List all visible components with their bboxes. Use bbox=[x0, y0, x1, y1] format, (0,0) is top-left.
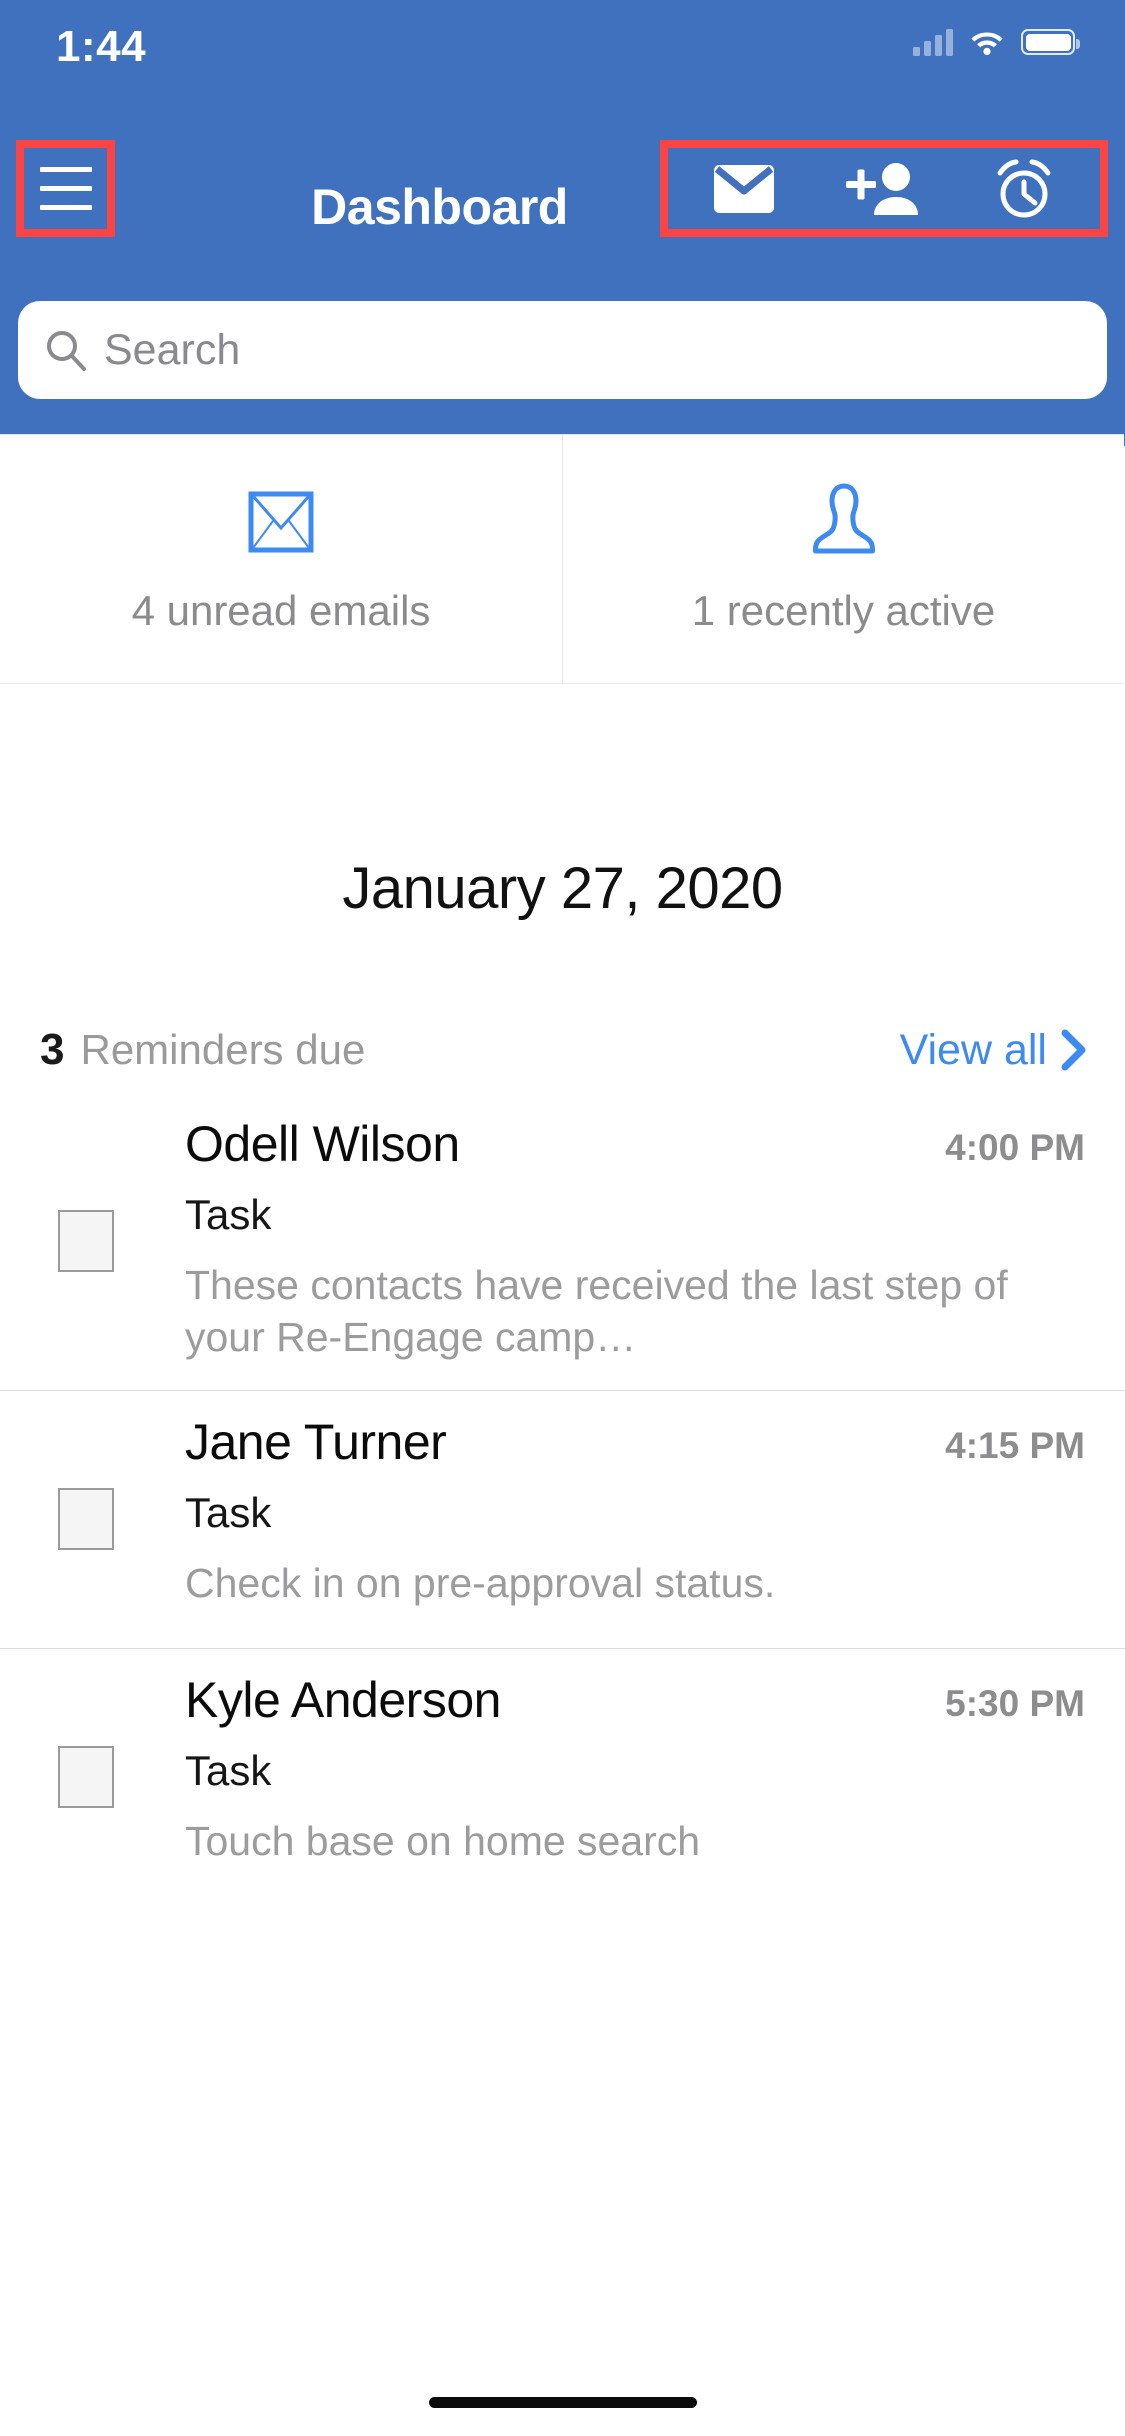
nav-bar: Dashboard bbox=[0, 88, 1125, 237]
reminder-checkbox[interactable] bbox=[58, 1210, 114, 1273]
page-title: Dashboard bbox=[311, 179, 568, 235]
status-bar-indicators bbox=[913, 28, 1080, 56]
wifi-icon bbox=[971, 32, 1003, 55]
reminders-header: 3 Reminders due View all bbox=[0, 1010, 1125, 1090]
reminder-top-line: Jane Turner 4:15 PM bbox=[185, 1413, 1085, 1471]
reminder-contact-name: Odell Wilson bbox=[185, 1116, 460, 1172]
stat-cards: 4 unread emails 1 recently active bbox=[0, 434, 1125, 684]
reminder-type: Task bbox=[185, 1191, 272, 1238]
stat-card-label: 4 unread emails bbox=[131, 587, 431, 634]
reminder-contact-name: Kyle Anderson bbox=[185, 1671, 501, 1728]
mail-icon[interactable] bbox=[701, 154, 787, 224]
app-header: 1:44 Dashboard Search bbox=[0, 0, 1125, 446]
reminder-checkbox[interactable] bbox=[58, 1488, 114, 1551]
search-bar[interactable]: Search bbox=[18, 301, 1107, 399]
status-bar: 1:44 bbox=[0, 0, 1125, 88]
alarm-clock-icon[interactable] bbox=[981, 154, 1067, 224]
reminder-description: Check in on pre-approval status. bbox=[185, 1559, 776, 1606]
cellular-signal-icon bbox=[913, 28, 953, 56]
reminder-time: 4:00 PM bbox=[945, 1127, 1085, 1168]
reminder-type: Task bbox=[185, 1746, 272, 1794]
stat-card-label: 1 recently active bbox=[691, 587, 996, 634]
reminder-time: 4:15 PM bbox=[945, 1424, 1085, 1466]
person-outline-icon bbox=[811, 483, 877, 561]
reminder-row[interactable]: Jane Turner 4:15 PM Task Check in on pre… bbox=[0, 1389, 1125, 1648]
stat-card-unread-emails[interactable]: 4 unread emails bbox=[0, 434, 562, 684]
battery-icon bbox=[1021, 29, 1080, 55]
view-all-label: View all bbox=[899, 1025, 1047, 1074]
reminders-label: Reminders due bbox=[80, 1026, 366, 1073]
reminder-time: 5:30 PM bbox=[945, 1682, 1085, 1724]
nav-actions-highlight bbox=[660, 140, 1108, 237]
reminder-content: Jane Turner 4:15 PM Task Check in on pre… bbox=[185, 1413, 1085, 1609]
chevron-right-icon bbox=[1061, 1029, 1086, 1071]
stat-card-recently-active[interactable]: 1 recently active bbox=[562, 434, 1124, 684]
reminders-list: Odell Wilson 4:00 PM Task These contacts… bbox=[0, 1093, 1125, 1906]
status-bar-time: 1:44 bbox=[56, 22, 147, 71]
app-screen: 1:44 Dashboard Search 4 unread emails 1 … bbox=[0, 0, 1125, 2436]
reminder-top-line: Odell Wilson 4:00 PM bbox=[185, 1115, 1085, 1173]
reminders-count: 3 bbox=[40, 1025, 65, 1074]
search-input[interactable]: Search bbox=[104, 326, 240, 375]
reminder-content: Kyle Anderson 5:30 PM Task Touch base on… bbox=[185, 1671, 1085, 1867]
envelope-outline-icon bbox=[248, 483, 314, 561]
reminder-checkbox[interactable] bbox=[58, 1746, 114, 1809]
view-all-link[interactable]: View all bbox=[900, 1026, 1087, 1075]
reminder-description: These contacts have received the last st… bbox=[185, 1262, 1008, 1361]
reminder-description: Touch base on home search bbox=[185, 1817, 701, 1864]
reminder-row[interactable]: Odell Wilson 4:00 PM Task These contacts… bbox=[0, 1093, 1125, 1390]
reminder-contact-name: Jane Turner bbox=[185, 1413, 447, 1470]
nav-actions bbox=[668, 148, 1100, 229]
reminder-row[interactable]: Kyle Anderson 5:30 PM Task Touch base on… bbox=[0, 1647, 1125, 1906]
reminder-top-line: Kyle Anderson 5:30 PM bbox=[185, 1671, 1085, 1729]
date-heading: January 27, 2020 bbox=[342, 856, 783, 921]
reminder-type: Task bbox=[185, 1488, 272, 1536]
search-icon bbox=[47, 331, 86, 371]
reminder-content: Odell Wilson 4:00 PM Task These contacts… bbox=[185, 1115, 1085, 1364]
home-indicator[interactable] bbox=[428, 2397, 697, 2408]
add-person-icon[interactable] bbox=[841, 154, 927, 224]
